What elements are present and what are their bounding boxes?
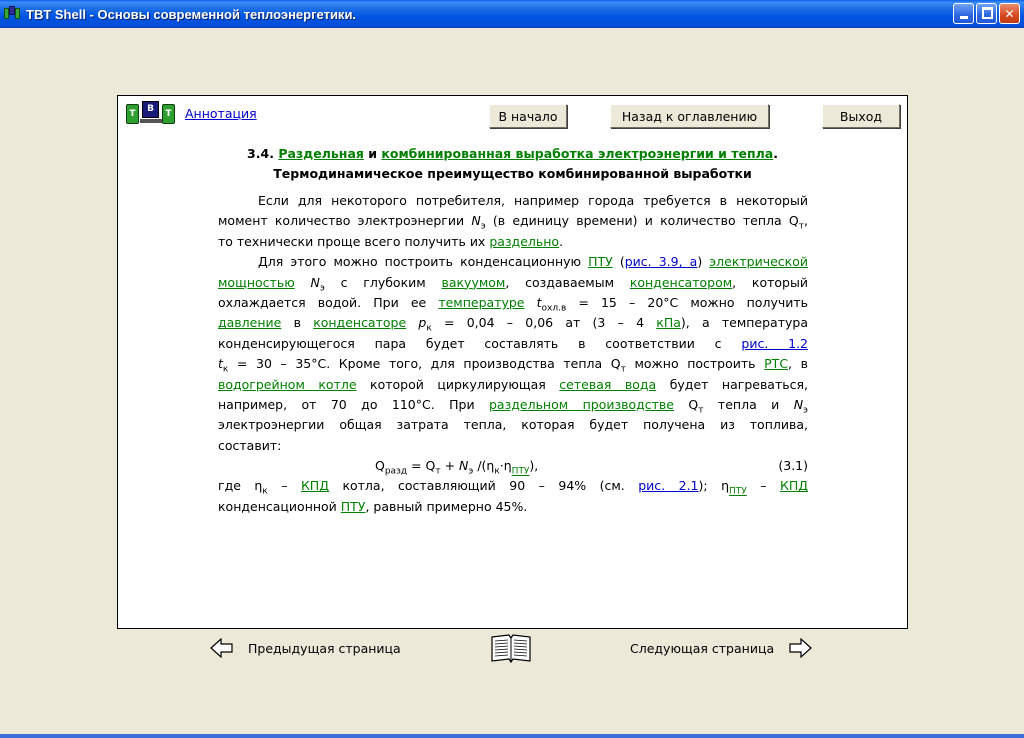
tbt-logo-icon: T B T — [126, 101, 176, 127]
content-panel: T B T Аннотация В начало Назад к оглавле… — [117, 95, 908, 629]
next-page-label: Следующая страница — [630, 640, 775, 656]
section-title: 3.4. Раздельная и комбинированная вырабо… — [247, 146, 778, 161]
electric-link[interactable]: электрической — [709, 254, 808, 269]
arrow-right-icon — [789, 638, 813, 658]
back-to-toc-button[interactable]: Назад к оглавлению — [610, 104, 769, 128]
separate-production-link[interactable]: раздельном производстве — [489, 397, 674, 412]
app-icon[interactable] — [4, 6, 20, 22]
maximize-button[interactable] — [976, 3, 997, 24]
prev-page-button[interactable]: Предыдущая страница — [210, 638, 401, 658]
pressure-link[interactable]: давление — [218, 315, 281, 330]
window-title: TBT Shell - Основы современной теплоэнер… — [26, 6, 357, 22]
book-icon[interactable] — [490, 632, 532, 664]
temperature-link[interactable]: температуре — [438, 295, 524, 310]
text-line: tк = 30 – 35°С. Кроме того, для производ… — [218, 356, 808, 375]
text-line: Для этого можно построить конденсационну… — [258, 254, 808, 270]
text-line: момент количество электроэнергии Nэ (в е… — [218, 213, 808, 232]
taskbar-edge — [0, 734, 1024, 738]
exit-button[interactable]: Выход — [822, 104, 900, 128]
annotation-link[interactable]: Аннотация — [185, 106, 257, 121]
fig-2-1-link[interactable]: рис. 2.1 — [638, 478, 698, 493]
text-line: конденсационной ПТУ, равный примерно 45%… — [218, 498, 528, 514]
fig-3-9a-link[interactable]: рис. 3.9, а — [625, 254, 698, 269]
ptu-link[interactable]: ПТУ — [341, 499, 366, 514]
combined-link[interactable]: комбинированная выработка электроэнергии… — [381, 146, 773, 161]
network-water-link[interactable]: сетевая вода — [559, 377, 656, 392]
title-bar: TBT Shell - Основы современной теплоэнер… — [0, 0, 1024, 28]
minimize-button[interactable] — [953, 3, 974, 24]
separately-link[interactable]: раздельно — [489, 234, 559, 249]
condenser-link[interactable]: конденсатором — [630, 275, 732, 290]
efficiency-link[interactable]: КПД — [301, 478, 329, 493]
text-line: то технически проще всего получить их ра… — [218, 233, 564, 249]
prev-page-label: Предыдущая страница — [248, 640, 401, 656]
fig-1-2-link[interactable]: рис. 1.2 — [741, 336, 808, 351]
text-line: электроэнергии общая затрата тепла, кото… — [218, 417, 808, 433]
text-line: охлаждается водой. При ее температуре tо… — [218, 294, 808, 314]
separate-link[interactable]: Раздельная — [278, 146, 364, 161]
ptu-link[interactable]: ПТУ — [729, 487, 747, 497]
text-line: например, от 70 до 110°С. При раздельном… — [218, 396, 808, 416]
text-line: мощностью Nэ с глубоким вакуумом, создав… — [218, 274, 808, 293]
power-link[interactable]: мощностью — [218, 275, 295, 290]
kpa-link[interactable]: кПа — [656, 315, 681, 330]
text-line: составит: — [218, 437, 282, 453]
ptu-link[interactable]: ПТУ — [588, 254, 613, 269]
vacuum-link[interactable]: вакуумом — [441, 275, 505, 290]
home-button[interactable]: В начало — [489, 104, 567, 128]
section-subtitle: Термодинамическое преимущество комбиниро… — [273, 166, 752, 181]
rts-link[interactable]: РТС — [764, 356, 788, 371]
efficiency-link[interactable]: КПД — [780, 478, 808, 493]
ptu-link[interactable]: ПТУ — [512, 467, 530, 477]
next-page-button[interactable]: Следующая страница — [630, 638, 813, 658]
close-button[interactable]: ✕ — [999, 3, 1020, 24]
arrow-left-icon — [210, 638, 233, 658]
condenser-link[interactable]: конденсаторе — [313, 315, 406, 330]
text-line: Если для некоторого потребителя, наприме… — [258, 193, 808, 208]
text-line: водогрейном котле которой циркулирующая … — [218, 376, 808, 392]
article-body: Если для некоторого потребителя, наприме… — [218, 191, 808, 517]
water-boiler-link[interactable]: водогрейном котле — [218, 377, 357, 392]
text-line: давление в конденсаторе pк = 0,04 – 0,06… — [218, 315, 808, 334]
formula-3-1: Qразд = Qт + Nэ /(ηк·ηПТУ), (3.1) — [375, 458, 808, 477]
text-line: конденсирующегося пара будет составлять … — [218, 335, 808, 351]
